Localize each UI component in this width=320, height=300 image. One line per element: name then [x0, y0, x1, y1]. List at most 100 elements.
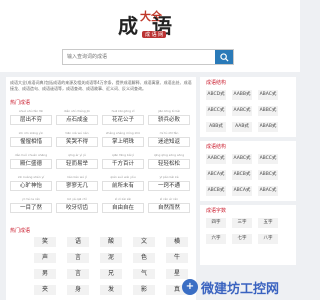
sidebar-tag-link[interactable]: ABCC式 — [206, 106, 226, 116]
hot-char-link[interactable]: 声 — [34, 253, 56, 263]
idiom-link[interactable]: 前所未有 — [102, 181, 144, 191]
hot-char-link[interactable]: 身 — [67, 285, 89, 295]
idiom-item[interactable]: mí tú zhī fǎn 迷途知返 — [148, 131, 190, 147]
idiom-link[interactable]: 点石成金 — [56, 115, 98, 125]
hot-char-link[interactable]: 酸 — [100, 237, 122, 247]
idiom-link[interactable]: 心旷神怡 — [10, 181, 52, 191]
hot-char-link[interactable]: 发 — [100, 285, 122, 295]
idiom-link[interactable]: 一窍不通 — [148, 181, 190, 191]
sidebar-tag-link[interactable]: AABC式 — [232, 154, 252, 164]
sidebar-tag-grid: AABC式 AABC式 ABCC式 ABCA式 ABCB式 ABBC式 ABCB式 ABCA式… — [206, 154, 278, 196]
search-input[interactable] — [63, 50, 215, 64]
sidebar-tag-link[interactable]: ABCB式 — [232, 170, 252, 180]
idiom-pinyin: tiān xià wú nán — [65, 131, 89, 135]
hot-char-link[interactable]: 色 — [133, 253, 155, 263]
logo-char-1: 成 — [118, 14, 138, 38]
sidebar-tag-link[interactable]: ABCB式 — [206, 186, 226, 196]
hot-char-link[interactable]: 牛 — [166, 253, 188, 263]
idiom-item[interactable]: xīn kuàng shén yí 心旷神怡 — [10, 175, 52, 191]
idiom-pinyin: yī mù le rán — [22, 197, 40, 201]
sidebar-tag-link[interactable]: ABB式 — [206, 122, 226, 132]
sidebar-tag-link[interactable]: 七字 — [232, 234, 252, 244]
sidebar-tag-link[interactable]: ABBC式 — [258, 106, 278, 116]
idiom-link[interactable]: 层出不穷 — [10, 115, 52, 125]
sidebar-tag-link[interactable]: AABC式 — [232, 106, 252, 116]
idiom-link[interactable]: 寥寥无几 — [56, 181, 98, 191]
idiom-item[interactable]: zì zì zài zài 自由自在 — [102, 197, 144, 213]
idiom-pinyin: liáo liáo wú jǐ — [67, 175, 87, 179]
idiom-item[interactable]: xīn xīn xiāng yìn 惺惺相惜 — [10, 131, 52, 147]
sidebar-tag-link[interactable]: AABB式 — [232, 90, 252, 100]
idiom-link[interactable]: 迷途知返 — [148, 137, 190, 147]
idiom-item[interactable]: tiān xià wú nán 笑哭不得 — [56, 131, 98, 147]
idiom-link[interactable]: 轻轻松松 — [148, 159, 190, 169]
idiom-link[interactable]: 轻而易举 — [56, 159, 98, 169]
idiom-item[interactable]: dǎo huǒ chuán shēng 殿仁盛德 — [10, 153, 52, 169]
idiom-item[interactable]: qīng qīng sōng sōng 轻轻松松 — [148, 153, 190, 169]
idiom-link[interactable]: 自然而然 — [148, 203, 190, 213]
idiom-link[interactable]: 殿仁盛德 — [10, 159, 52, 169]
watermark: + 微建坊工控网 — [182, 278, 298, 297]
sidebar-tag-link[interactable]: AABC式 — [206, 154, 226, 164]
sidebar-tag-link[interactable]: 六字 — [206, 234, 226, 244]
search-button[interactable] — [215, 50, 233, 64]
idiom-link[interactable]: 咬牙切齿 — [56, 203, 98, 213]
hot-char-link[interactable]: 语 — [67, 237, 89, 247]
hot-char-link[interactable]: 笑 — [34, 237, 56, 247]
sidebar-tag-link[interactable]: ABCA式 — [206, 170, 226, 180]
idiom-pinyin: yī pǎo bǎi kè — [159, 175, 179, 179]
idiom-item[interactable]: liáo liáo wú jǐ 寥寥无几 — [56, 175, 98, 191]
sidebar-tag-link[interactable]: 五字 — [258, 218, 278, 228]
hot-char-link[interactable]: 夹 — [34, 285, 56, 295]
sidebar-tag-link[interactable]: ABAB式 — [258, 122, 278, 132]
idiom-item[interactable]: diǎn shí chéng jīn 点石成金 — [56, 109, 98, 125]
idiom-link[interactable]: 千方百计 — [102, 159, 144, 169]
idiom-link[interactable]: 笑哭不得 — [56, 137, 98, 147]
idiom-link[interactable]: 惺惺相惜 — [10, 137, 52, 147]
sidebar-tag-link[interactable]: ABAC式 — [258, 90, 278, 100]
idiom-link[interactable]: 一目了然 — [10, 203, 52, 213]
sidebar-tag-link[interactable]: 三字 — [232, 218, 252, 228]
sidebar-tag-link[interactable]: ABAC式 — [258, 186, 278, 196]
idiom-pinyin: shuò shù fàn fēi — [19, 109, 43, 113]
hot-char-link[interactable]: 泥 — [100, 253, 122, 263]
hot-char-link[interactable]: 气 — [133, 269, 155, 279]
idiom-item[interactable]: shuò shù fàn fēi 层出不穷 — [10, 109, 52, 125]
sidebar-tag-link[interactable]: 四字 — [206, 218, 226, 228]
idiom-link[interactable]: 自由自在 — [102, 203, 144, 213]
idiom-item[interactable]: zhǎng shàng míng zhū 掌上明珠 — [102, 131, 144, 147]
logo-subtitle: 成 语 网 — [142, 31, 167, 38]
idiom-item[interactable]: qīng ér yì jǔ 轻而易举 — [56, 153, 98, 169]
idiom-item[interactable]: bō yá qiē chǐ 咬牙切齿 — [56, 197, 98, 213]
sidebar-tag-link[interactable]: ABCD式 — [206, 90, 226, 100]
idiom-item[interactable]: yī pǎo bǎi kè 一窍不通 — [148, 175, 190, 191]
hot-char-link[interactable]: 言 — [67, 269, 89, 279]
hot-char-link[interactable]: 横 — [166, 237, 188, 247]
idiom-item[interactable]: zì rán ér rán 自然而然 — [148, 197, 190, 213]
idiom-item[interactable]: jiāo bīng bì bài 骄兵必败 — [148, 109, 190, 125]
idiom-item[interactable]: huā kāi gōng zǐ 花花公子 — [102, 109, 144, 125]
hot-char-link[interactable]: 文 — [133, 237, 155, 247]
sidebar-tag-link[interactable]: AAB式 — [232, 122, 252, 132]
hot-char-link[interactable]: 兄 — [100, 269, 122, 279]
sidebar-tag-link[interactable]: ABCA式 — [232, 186, 252, 196]
sidebar-tag-grid: 四字 三字 五字六字 七字 八字 — [206, 218, 278, 244]
idiom-item[interactable]: yī mù le rán 一目了然 — [10, 197, 52, 213]
sidebar-tag-link[interactable]: 八字 — [258, 234, 278, 244]
sidebar-tag-link[interactable]: ABCC式 — [258, 154, 278, 164]
hot-char-link[interactable]: 男 — [34, 269, 56, 279]
idiom-link[interactable]: 掌上明珠 — [102, 137, 144, 147]
idiom-link[interactable]: 骄兵必败 — [148, 115, 190, 125]
hot-char-link[interactable]: 言 — [67, 253, 89, 263]
idiom-item[interactable]: qián suǒ wèi yǒu 前所未有 — [102, 175, 144, 191]
idiom-pinyin: diǎn shí chéng jīn — [63, 109, 91, 113]
idiom-link[interactable]: 花花公子 — [102, 115, 144, 125]
sidebar-tag-link[interactable]: ABBC式 — [258, 170, 278, 180]
site-logo[interactable]: 成 大全 语 成 语 网 — [118, 8, 184, 38]
idiom-pinyin: bō yá qiē chǐ — [67, 197, 87, 201]
idiom-pinyin: mí tú zhī fǎn — [159, 131, 179, 135]
idiom-item[interactable]: qiān fāng bǎi jì 千方百计 — [102, 153, 144, 169]
hot-idioms-title: 热门成语 — [10, 100, 31, 106]
idiom-pinyin: xīn kuàng shén yí — [17, 175, 45, 179]
hot-char-link[interactable]: 影 — [133, 285, 155, 295]
